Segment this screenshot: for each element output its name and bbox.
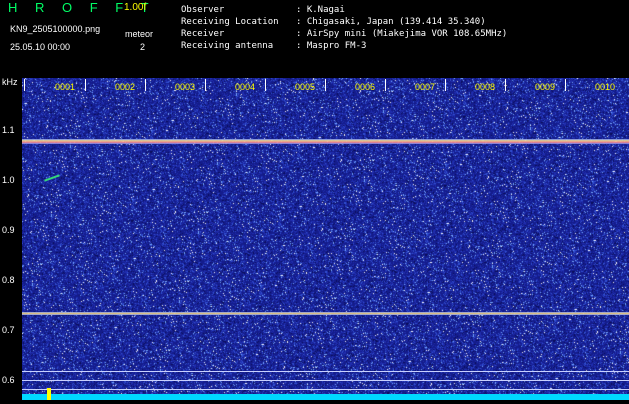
meteor-label: meteor (125, 29, 154, 39)
x-tick-mark (265, 79, 266, 91)
y-tick-label: 1.0 (2, 175, 15, 185)
antenna-value: : Maspro FM-3 (296, 41, 367, 51)
x-tick-mark (85, 79, 86, 91)
reference-line (22, 389, 629, 390)
x-tick-mark (24, 79, 25, 91)
spectrogram (22, 78, 629, 400)
x-tick-label: 0010 (595, 82, 616, 92)
reference-line (22, 380, 629, 381)
file-name: KN9_2505100000.png (10, 24, 101, 34)
x-tick-label: 0001 (55, 82, 76, 92)
antenna-label: Receiving antenna (181, 41, 274, 51)
x-tick-mark (385, 79, 386, 91)
location-value: : Chigasaki, Japan (139.414 35.340) (296, 17, 486, 27)
y-tick-label: 1.1 (2, 125, 15, 135)
x-tick-label: 0006 (355, 82, 376, 92)
date-time: 25.05.10 00:00 (10, 42, 71, 52)
x-tick-mark (565, 79, 566, 91)
x-tick-mark (325, 79, 326, 91)
x-tick-mark (145, 79, 146, 91)
x-tick-label: 0007 (415, 82, 436, 92)
y-tick-label: 0.6 (2, 375, 15, 385)
meteor-count: 2 (140, 42, 146, 52)
y-tick-label: 0.7 (2, 325, 15, 335)
x-tick-label: 0009 (535, 82, 556, 92)
carrier-band-lower (22, 312, 629, 315)
x-tick-label: 0005 (295, 82, 316, 92)
x-tick-label: 0004 (235, 82, 256, 92)
carrier-band-upper (22, 139, 629, 144)
observer-label: Observer (181, 5, 225, 15)
x-tick-label: 0002 (115, 82, 136, 92)
location-label: Receiving Location (181, 17, 279, 27)
y-tick-label: 0.9 (2, 225, 15, 235)
receiver-value: : AirSpy mini (Miakejima VOR 108.65MHz) (296, 29, 508, 39)
y-tick-label: 0.8 (2, 275, 15, 285)
x-tick-label: 0003 (175, 82, 196, 92)
observer-value: : K.Nagai (296, 5, 345, 15)
y-unit-label: kHz (2, 77, 18, 87)
receiver-label: Receiver (181, 29, 225, 39)
version-label: 1.00f (124, 2, 147, 13)
meteor-marker (47, 388, 51, 400)
x-tick-mark (505, 79, 506, 91)
x-tick-mark (205, 79, 206, 91)
reference-line (22, 371, 629, 372)
x-tick-mark (445, 79, 446, 91)
spectrogram-canvas (22, 78, 629, 400)
header-panel: H R O F F T 1.00f KN9_2505100000.png met… (0, 0, 629, 78)
x-tick-label: 0008 (475, 82, 496, 92)
baseline-band (22, 394, 629, 400)
